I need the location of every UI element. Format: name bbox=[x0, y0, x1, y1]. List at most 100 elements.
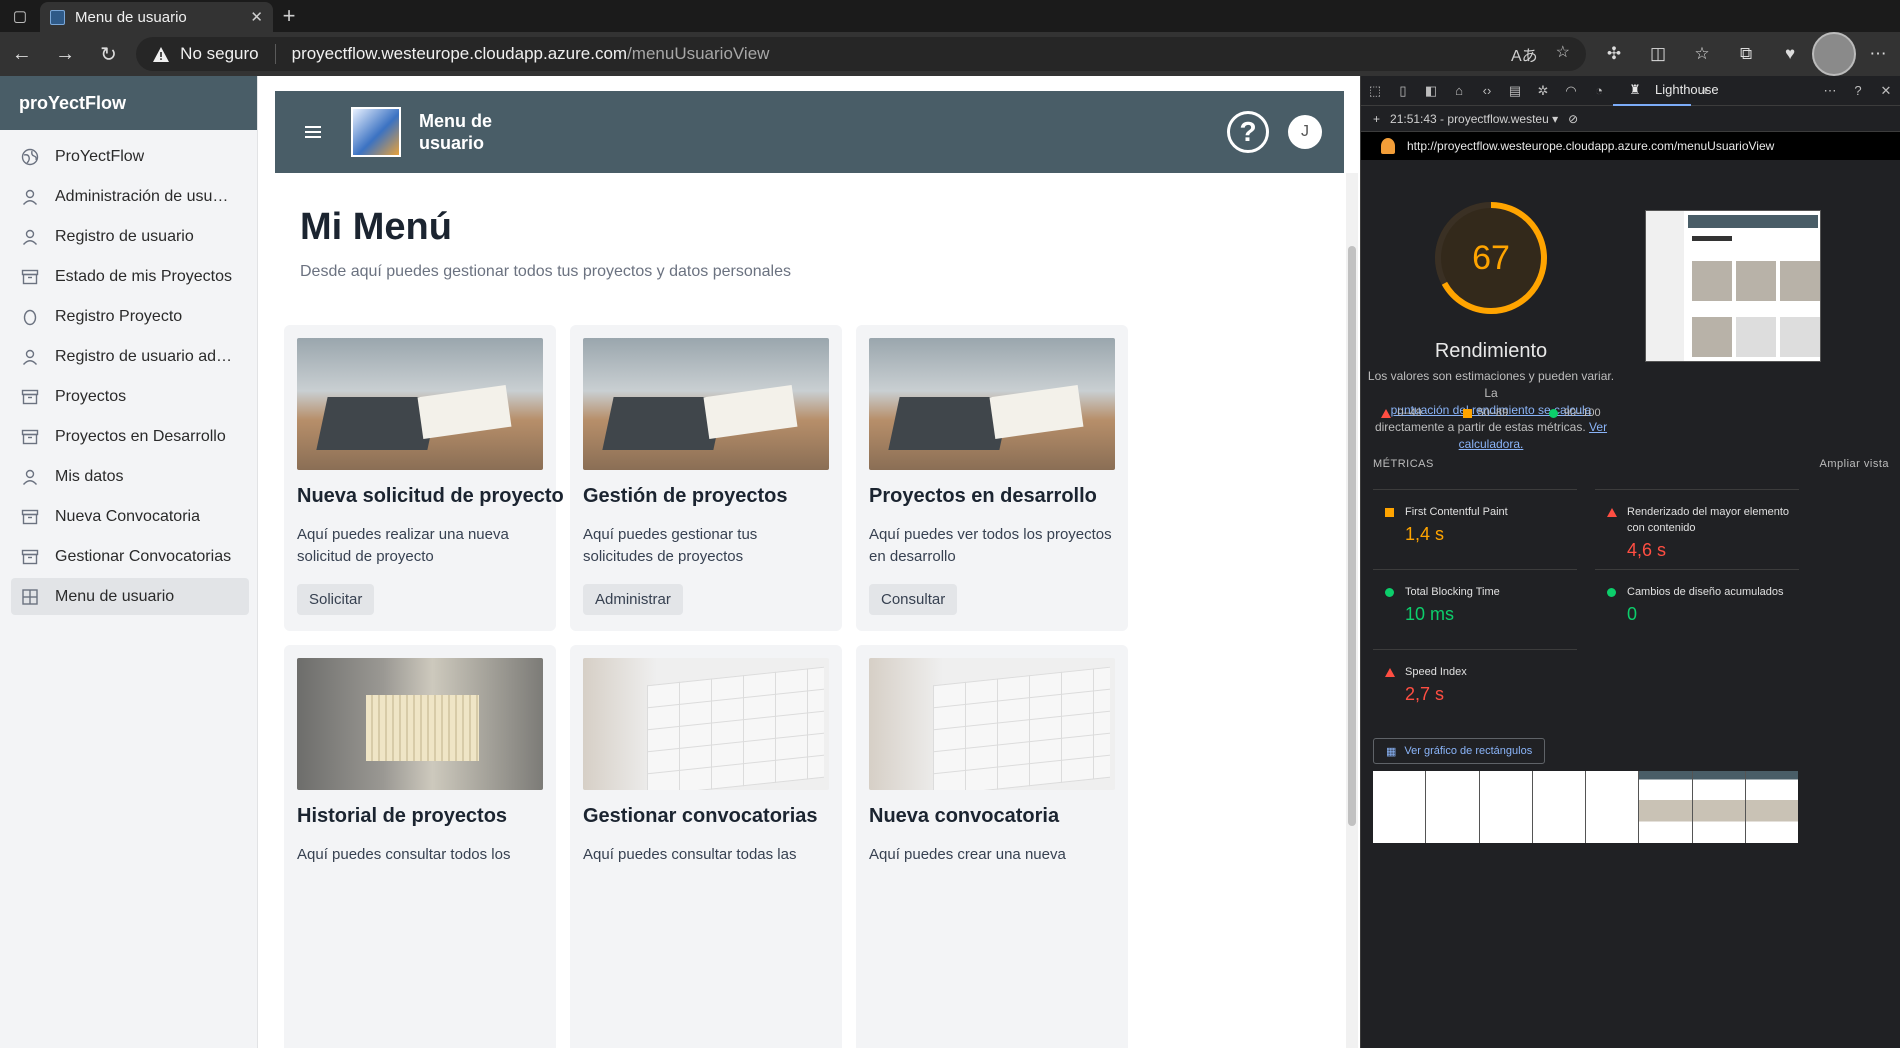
scrollbar-thumb[interactable] bbox=[1348, 246, 1356, 826]
card-proyectos-desarrollo: Proyectos en desarrollo Aquí puedes ver … bbox=[856, 325, 1128, 631]
filmstrip-frame bbox=[1639, 771, 1692, 843]
report-url-bar: http://proyectflow.westeurope.cloudapp.a… bbox=[1361, 132, 1900, 160]
filmstrip-frame bbox=[1532, 771, 1585, 843]
filmstrip-frame bbox=[1586, 771, 1639, 843]
card-nueva-solicitud: Nueva solicitud de proyecto Aquí puedes … bbox=[284, 325, 564, 631]
network-tab-icon[interactable]: ◠ bbox=[1557, 83, 1585, 99]
warning-icon[interactable] bbox=[152, 46, 170, 62]
circle-icon bbox=[1607, 588, 1616, 597]
card-description: Aquí puedes gestionar tus solicitudes de… bbox=[583, 526, 758, 565]
inspect-icon[interactable]: ⬚ bbox=[1361, 83, 1389, 99]
app-logo bbox=[351, 107, 401, 157]
solicitar-button[interactable]: Solicitar bbox=[297, 584, 375, 615]
back-button[interactable]: ← bbox=[0, 32, 43, 76]
card-description: Aquí puedes crear una nueva bbox=[869, 846, 1066, 863]
globe-icon bbox=[21, 148, 39, 166]
file-cabinet-photo bbox=[297, 658, 543, 790]
menu-toggle-icon[interactable] bbox=[275, 123, 351, 141]
address-bar[interactable]: No seguro proyectflow.westeurope.cloudap… bbox=[136, 37, 1587, 71]
expand-view-toggle[interactable]: Ampliar vista bbox=[1820, 458, 1889, 470]
main-content: Menu de usuario ? J Mi Menú Desde aquí p… bbox=[258, 76, 1360, 1048]
sidebar-brand[interactable]: proYectFlow bbox=[0, 76, 257, 130]
sidebar-item-label: Nueva Convocatoria bbox=[55, 507, 200, 525]
new-report-icon[interactable]: + bbox=[1373, 112, 1380, 126]
page-screenshot-thumbnail[interactable] bbox=[1645, 210, 1821, 362]
card-title: Historial de proyectos bbox=[297, 805, 508, 827]
sidebar-item-registro-de-usuario-administrador[interactable]: Registro de usuario administrador bbox=[11, 338, 249, 375]
grid-icon bbox=[21, 588, 39, 606]
reload-button[interactable]: ↻ bbox=[87, 32, 130, 76]
view-treemap-button[interactable]: ▦ Ver gráfico de rectángulos bbox=[1373, 738, 1546, 764]
elements-tab-icon[interactable]: ‹› bbox=[1473, 83, 1501, 98]
split-screen-icon[interactable]: ◫ bbox=[1636, 32, 1680, 76]
card-description: Aquí puedes consultar todas las bbox=[583, 846, 797, 863]
card-gestion-proyectos: Gestión de proyectos Aquí puedes gestion… bbox=[570, 325, 842, 631]
sidebar-item-mis-datos[interactable]: Mis datos bbox=[11, 458, 249, 495]
triangle-icon bbox=[1607, 508, 1617, 517]
add-tab-icon[interactable]: + bbox=[1691, 83, 1719, 98]
user-icon bbox=[21, 468, 39, 486]
report-url[interactable]: http://proyectflow.westeurope.cloudapp.a… bbox=[1407, 139, 1774, 153]
sidebar-item-proyectos[interactable]: Proyectos bbox=[11, 378, 249, 415]
sidebar-item-registro-de-usuario[interactable]: Registro de usuario bbox=[11, 218, 249, 255]
tab-actions-icon[interactable]: ▢ bbox=[0, 0, 40, 32]
sidebar-item-estado-de-mis-proyectos[interactable]: Estado de mis Proyectos bbox=[11, 258, 249, 295]
url-text[interactable]: proyectflow.westeurope.cloudapp.azure.co… bbox=[292, 44, 770, 64]
page-viewport: proYectFlow ProYectFlow Administración de… bbox=[0, 76, 1360, 1048]
new-tab-button[interactable]: + bbox=[273, 0, 305, 32]
user-avatar[interactable]: J bbox=[1288, 115, 1322, 149]
sidebar-item-label: Mis datos bbox=[55, 467, 124, 485]
user-icon bbox=[21, 228, 39, 246]
card-historial: Historial de proyectos Aquí puedes consu… bbox=[284, 645, 556, 1048]
metric-fcp: First Contentful Paint 1,4 s bbox=[1373, 489, 1577, 569]
dock-icon[interactable]: ◧ bbox=[1417, 83, 1445, 99]
legend-pass: 90–100 bbox=[1548, 407, 1601, 419]
device-toggle-icon[interactable]: ▯ bbox=[1389, 83, 1417, 99]
devtools-help-icon[interactable]: ? bbox=[1844, 83, 1872, 98]
sidebar-item-nueva-convocatoria[interactable]: Nueva Convocatoria bbox=[11, 498, 249, 535]
administrar-button[interactable]: Administrar bbox=[583, 584, 683, 615]
profile-icon[interactable] bbox=[1812, 32, 1857, 76]
legend-fail: 0–49 bbox=[1381, 407, 1422, 419]
more-menu-icon[interactable]: ⋯ bbox=[1856, 32, 1900, 76]
forward-button[interactable]: → bbox=[43, 32, 86, 76]
performance-tab-icon[interactable]: ◔ bbox=[1585, 83, 1613, 98]
collections-icon[interactable]: ⧉ bbox=[1724, 32, 1768, 76]
sidebar-item-label: Registro de usuario bbox=[55, 227, 194, 245]
console-tab-icon[interactable]: ▤ bbox=[1501, 83, 1529, 99]
sidebar-item-administracion-de-usuarios[interactable]: Administración de usuarios bbox=[11, 178, 249, 215]
treemap-icon: ▦ bbox=[1386, 745, 1397, 758]
sources-tab-icon[interactable]: ✲ bbox=[1529, 83, 1557, 99]
sidebar-item-registro-proyecto[interactable]: Registro Proyecto bbox=[11, 298, 249, 335]
performance-icon[interactable]: ♥ bbox=[1768, 32, 1812, 76]
extensions-icon[interactable]: ✣ bbox=[1592, 32, 1636, 76]
legend-label: 50–89 bbox=[1477, 407, 1509, 419]
tab-lighthouse[interactable]: ♜ Lighthouse bbox=[1613, 76, 1719, 106]
browser-tab[interactable]: Menu de usuario ✕ bbox=[40, 2, 273, 32]
more-tools-icon[interactable]: ⋯ bbox=[1816, 83, 1844, 99]
security-label[interactable]: No seguro bbox=[180, 44, 258, 64]
card-description: Aquí puedes realizar una nueva solicitud… bbox=[297, 526, 509, 565]
sidebar-item-proyectos-en-desarrollo[interactable]: Proyectos en Desarrollo bbox=[11, 418, 249, 455]
separator bbox=[274, 44, 276, 64]
report-selector[interactable]: 21:51:43 - proyectflow.westeu ▾ bbox=[1390, 112, 1558, 126]
toolbar-icons: ✣ ◫ ☆ ⧉ ♥ ⋯ bbox=[1592, 32, 1900, 76]
performance-score: 67 bbox=[1472, 238, 1510, 277]
sidebar-item-proyectflow[interactable]: ProYectFlow bbox=[11, 138, 249, 175]
help-circle-icon[interactable]: ? bbox=[1227, 111, 1269, 153]
clear-reports-icon[interactable]: ⊘ bbox=[1568, 112, 1578, 126]
favorite-star-icon[interactable]: ☆ bbox=[1556, 42, 1570, 66]
welcome-tab-icon[interactable]: ⌂ bbox=[1445, 83, 1473, 98]
page-subtitle: Desde aquí puedes gestionar todos tus pr… bbox=[300, 263, 791, 280]
close-devtools-icon[interactable]: ✕ bbox=[1872, 83, 1900, 99]
metrics-label: MÉTRICAS bbox=[1373, 458, 1434, 470]
close-tab-icon[interactable]: ✕ bbox=[250, 8, 263, 26]
read-aloud-icon[interactable]: Aあ bbox=[1511, 42, 1538, 66]
favorites-icon[interactable]: ☆ bbox=[1680, 32, 1724, 76]
triangle-icon bbox=[1381, 408, 1392, 418]
consultar-button[interactable]: Consultar bbox=[869, 584, 958, 615]
laptop-photo bbox=[297, 338, 543, 470]
sidebar-item-menu-de-usuario[interactable]: Menu de usuario bbox=[11, 578, 249, 615]
sidebar-item-gestionar-convocatorias[interactable]: Gestionar Convocatorias bbox=[11, 538, 249, 575]
tab-strip: ▢ Menu de usuario ✕ + bbox=[0, 0, 1900, 32]
